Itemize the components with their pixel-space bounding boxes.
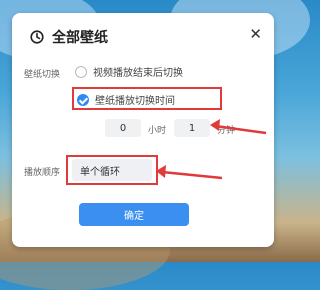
annotation-arrow [214, 124, 267, 135]
annotation-arrows [156, 119, 267, 180]
annotation-arrowhead [156, 165, 166, 178]
annotation-arrow [161, 170, 223, 180]
annotation-arrowhead [210, 119, 220, 131]
